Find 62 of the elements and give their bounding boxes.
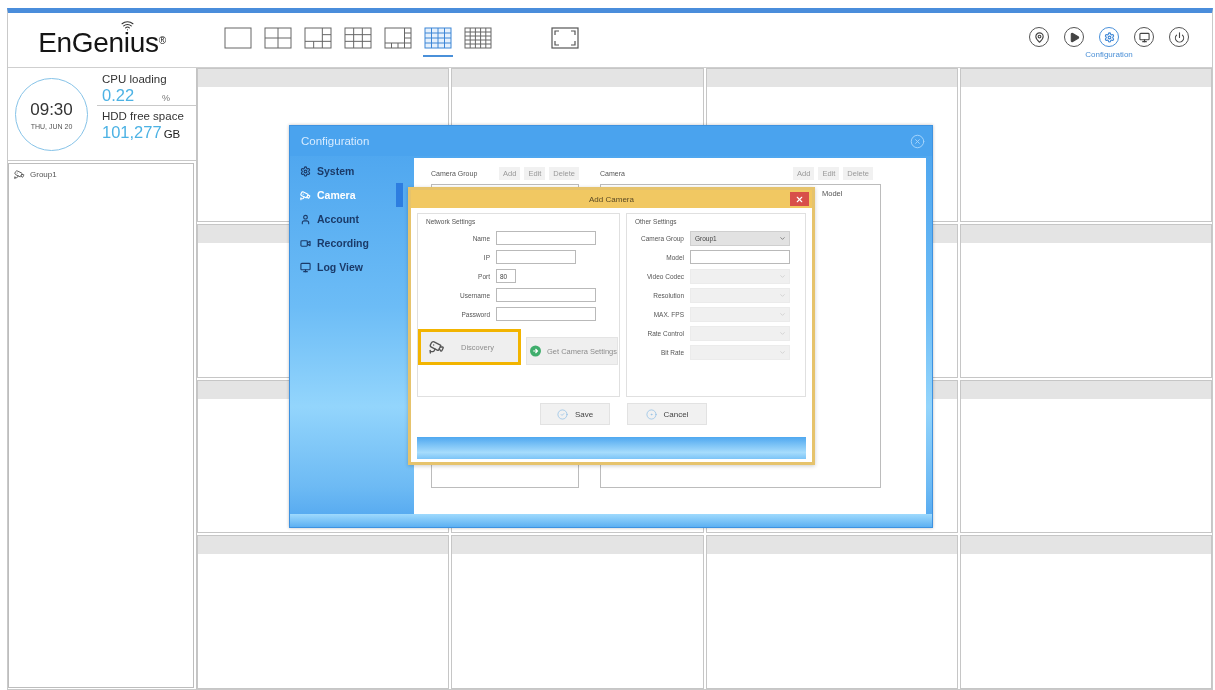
nav-item[interactable]: Account (290, 207, 403, 231)
input-field[interactable] (496, 231, 596, 245)
check-circle-icon (556, 408, 568, 420)
power-button[interactable] (1169, 27, 1189, 47)
brand-logo: EnGenius$^{®}$ (38, 28, 166, 58)
monitor-button[interactable] (1134, 27, 1154, 47)
stat-unit: % (162, 93, 170, 103)
close-button[interactable] (790, 192, 809, 206)
chevron-down-icon (779, 329, 786, 337)
toolbar-label: Configuration (1085, 50, 1133, 59)
grid-layout-icon (464, 27, 492, 49)
clock-time: 09:30 (30, 99, 73, 120)
input-field[interactable] (496, 288, 596, 302)
input-field[interactable] (690, 250, 790, 264)
play-button[interactable] (1064, 27, 1084, 47)
cctv-icon (300, 189, 311, 201)
input-field[interactable] (496, 250, 576, 264)
input-field[interactable] (496, 307, 596, 321)
video-camera-icon (300, 237, 311, 249)
grid-layout-icon (224, 27, 252, 49)
map-pin-button[interactable] (1029, 27, 1049, 47)
monitor-icon (1138, 31, 1150, 43)
dialog-title: Add Camera (589, 194, 634, 204)
cctv-icon (14, 169, 25, 180)
cctv-icon (429, 339, 445, 355)
circle-dot-icon (645, 408, 657, 420)
stat-label: CPU loading (102, 72, 168, 86)
wifi-icon (121, 19, 135, 32)
nav-item[interactable]: System (290, 159, 403, 183)
grid-layout-icon (344, 27, 372, 49)
arrow-disc-icon (530, 345, 541, 357)
tree-item[interactable]: Group1 (13, 168, 58, 181)
user-icon (300, 213, 311, 225)
nav-item[interactable]: Recording (290, 231, 403, 255)
stat-label: HDD free space (102, 109, 185, 123)
stat-value: 0.22 (102, 86, 136, 105)
close-icon (795, 194, 804, 204)
play-icon (1068, 31, 1080, 43)
map-pin-icon (1033, 31, 1045, 43)
stat-unit: GB (163, 128, 181, 140)
power-icon (1173, 31, 1185, 43)
settings-icon (1103, 31, 1115, 43)
grid-layout-icon (264, 27, 292, 49)
window-title: Configuration (301, 135, 370, 147)
grid-layout-icon (384, 27, 412, 49)
settings-button[interactable] (1099, 27, 1119, 47)
nav-item[interactable]: Log View (290, 255, 403, 279)
stat-value: 101,277 (102, 123, 162, 142)
chevron-down-icon (779, 310, 786, 318)
settings-icon (300, 165, 311, 177)
layout-button[interactable] (423, 27, 453, 57)
chevron-down-icon (779, 348, 786, 356)
grid-layout-icon (304, 27, 332, 49)
chevron-down-icon (779, 272, 786, 280)
monitor-icon (300, 261, 311, 273)
grid-layout-icon (424, 27, 452, 49)
chevron-down-icon (779, 291, 786, 299)
fullscreen-icon (551, 27, 579, 49)
chevron-down-icon (779, 234, 786, 242)
cancel-button[interactable]: Cancel (627, 403, 707, 425)
close-icon[interactable] (910, 133, 925, 149)
save-button[interactable]: Save (540, 403, 610, 425)
